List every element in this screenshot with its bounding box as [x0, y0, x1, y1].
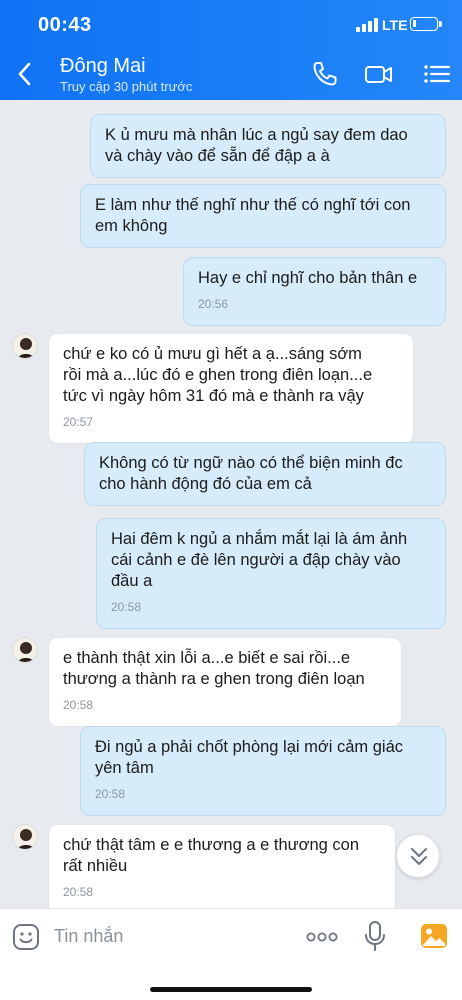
message-text: Hai đêm k ngủ a nhắm mắt lại là ám ảnh c…	[111, 530, 408, 590]
message-bubble-sent[interactable]: Không có từ ngữ nào có thể biện minh đc …	[84, 442, 446, 506]
phone-icon[interactable]	[310, 60, 340, 88]
list-menu-icon[interactable]	[422, 60, 452, 88]
message-text: Không có từ ngữ nào có thể biện minh đc …	[99, 454, 403, 493]
message-bubble-received[interactable]: chứ e ko có ủ mưu gì hết a ạ...sáng sớm …	[48, 333, 414, 444]
message-bubble-sent[interactable]: Đi ngủ a phải chốt phòng lại mới cảm giá…	[80, 726, 446, 816]
message-time: 20:58	[63, 698, 94, 712]
message-input[interactable]	[54, 919, 284, 953]
microphone-icon[interactable]	[364, 921, 386, 951]
network-type: LTE	[382, 17, 408, 33]
avatar[interactable]	[12, 637, 38, 663]
message-bubble-sent[interactable]: Hay e chỉ nghĩ cho bản thân e 20:56	[183, 257, 446, 326]
emoji-icon[interactable]	[12, 923, 40, 951]
avatar[interactable]	[12, 333, 38, 359]
message-bubble-received[interactable]: chứ thật tâm e e thương a e thương con r…	[48, 824, 396, 908]
message-bubble-sent[interactable]: K ủ mưu mà nhân lúc a ngủ say đem dao và…	[90, 114, 446, 178]
battery-icon	[410, 17, 442, 31]
message-bubble-sent[interactable]: Hai đêm k ngủ a nhắm mắt lại là ám ảnh c…	[96, 518, 446, 629]
home-indicator	[150, 987, 312, 992]
status-time: 00:43	[38, 14, 92, 36]
signal-icon	[356, 18, 378, 32]
message-text: e thành thật xin lỗi a...e biết e sai rồ…	[63, 649, 365, 688]
message-text: K ủ mưu mà nhân lúc a ngủ say đem dao và…	[105, 126, 408, 165]
nav-bar: Đông Mai Truy cập 30 phút trước	[0, 48, 462, 100]
status-bar: 00:43 LTE	[0, 0, 462, 48]
message-composer	[0, 908, 462, 1000]
battery-level	[413, 20, 416, 27]
message-time: 20:58	[111, 600, 142, 614]
message-time: 20:56	[198, 297, 229, 311]
message-time: 20:57	[63, 415, 94, 429]
chat-header: 00:43 LTE Đông Mai Truy cập 30 phút trướ…	[0, 0, 462, 100]
double-chevron-down-icon	[411, 848, 427, 865]
message-text: chứ e ko có ủ mưu gì hết a ạ...sáng sớm …	[63, 345, 373, 405]
message-text: Đi ngủ a phải chốt phòng lại mới cảm giá…	[95, 738, 403, 777]
chevron-left-icon[interactable]	[14, 60, 36, 88]
message-text: chứ thật tâm e e thương a e thương con r…	[63, 836, 360, 875]
contact-name[interactable]: Đông Mai	[60, 55, 146, 78]
more-dots-icon[interactable]	[306, 931, 338, 943]
message-text: Hay e chỉ nghĩ cho bản thân e	[198, 269, 418, 287]
message-text: E làm như thế nghĩ như thế có nghĩ tới c…	[95, 196, 411, 235]
message-bubble-received[interactable]: e thành thật xin lỗi a...e biết e sai rồ…	[48, 637, 402, 727]
message-time: 20:58	[63, 885, 94, 899]
message-bubble-sent[interactable]: E làm như thế nghĩ như thế có nghĩ tới c…	[80, 184, 446, 248]
video-camera-icon[interactable]	[364, 60, 394, 88]
message-list[interactable]: K ủ mưu mà nhân lúc a ngủ say đem dao và…	[0, 100, 462, 908]
image-gallery-icon[interactable]	[420, 923, 448, 949]
contact-status: Truy cập 30 phút trước	[60, 79, 193, 94]
avatar[interactable]	[12, 824, 38, 850]
message-time: 20:58	[95, 787, 126, 801]
scroll-down-button[interactable]	[396, 834, 440, 878]
